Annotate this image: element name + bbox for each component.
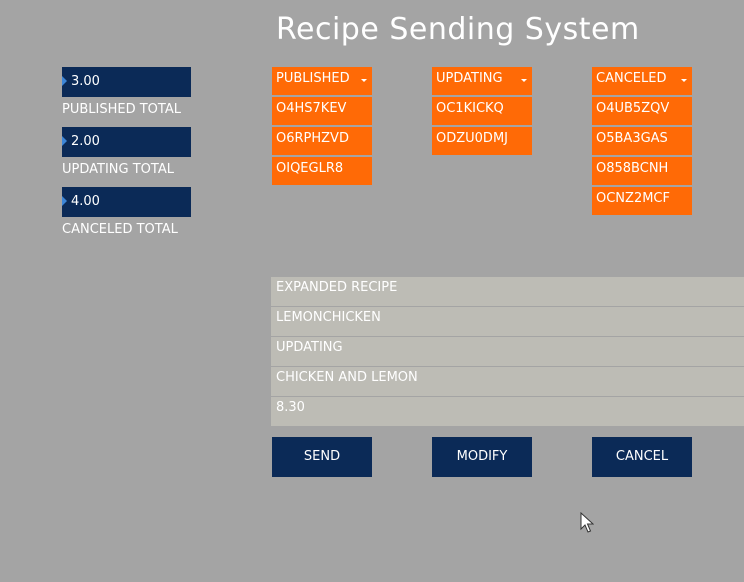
recipe-name-field[interactable]: LEMONCHICKEN: [271, 307, 744, 336]
canceled-dropdown-label: CANCELED: [596, 71, 667, 86]
updating-total-value: 2.00: [71, 134, 100, 149]
canceled-dropdown[interactable]: CANCELED: [592, 67, 692, 95]
canceled-item[interactable]: OCNZ2MCF: [592, 187, 692, 215]
published-item[interactable]: O4HS7KEV: [272, 97, 372, 125]
recipe-status-field[interactable]: UPDATING: [271, 337, 744, 366]
published-dropdown-label: PUBLISHED: [276, 71, 350, 86]
recipe-price-field[interactable]: 8.30: [271, 397, 744, 426]
updating-item[interactable]: ODZU0DMJ: [432, 127, 532, 155]
caret-down-icon: [681, 79, 687, 82]
mouse-pointer-icon: [580, 512, 594, 533]
canceled-total-label: CANCELED TOTAL: [62, 222, 178, 237]
expanded-recipe-panel: EXPANDED RECIPE LEMONCHICKEN UPDATING CH…: [271, 277, 744, 427]
canceled-total-field[interactable]: 4.00: [62, 187, 191, 217]
published-item[interactable]: OIQEGLR8: [272, 157, 372, 185]
published-item[interactable]: O6RPHZVD: [272, 127, 372, 155]
canceled-list: CANCELED O4UB5ZQV O5BA3GAS O858BCNH OCNZ…: [592, 67, 692, 217]
published-list: PUBLISHED O4HS7KEV O6RPHZVD OIQEGLR8: [272, 67, 372, 187]
modify-button[interactable]: MODIFY: [432, 437, 532, 477]
triangle-marker-icon: [62, 76, 67, 86]
published-total-field[interactable]: 3.00: [62, 67, 191, 97]
cancel-button[interactable]: CANCEL: [592, 437, 692, 477]
published-total-value: 3.00: [71, 74, 100, 89]
canceled-total-value: 4.00: [71, 194, 100, 209]
canceled-item[interactable]: O858BCNH: [592, 157, 692, 185]
updating-dropdown[interactable]: UPDATING: [432, 67, 532, 95]
caret-down-icon: [361, 79, 367, 82]
updating-list: UPDATING OC1KICKQ ODZU0DMJ: [432, 67, 532, 157]
expanded-recipe-heading: EXPANDED RECIPE: [271, 277, 744, 306]
page-title: Recipe Sending System: [276, 12, 640, 47]
triangle-marker-icon: [62, 196, 67, 206]
triangle-marker-icon: [62, 136, 67, 146]
published-dropdown[interactable]: PUBLISHED: [272, 67, 372, 95]
published-total-label: PUBLISHED TOTAL: [62, 102, 181, 117]
canceled-item[interactable]: O5BA3GAS: [592, 127, 692, 155]
updating-item[interactable]: OC1KICKQ: [432, 97, 532, 125]
caret-down-icon: [521, 79, 527, 82]
updating-dropdown-label: UPDATING: [436, 71, 503, 86]
recipe-ingredients-field[interactable]: CHICKEN AND LEMON: [271, 367, 744, 396]
updating-total-label: UPDATING TOTAL: [62, 162, 174, 177]
updating-total-field[interactable]: 2.00: [62, 127, 191, 157]
send-button[interactable]: SEND: [272, 437, 372, 477]
canceled-item[interactable]: O4UB5ZQV: [592, 97, 692, 125]
